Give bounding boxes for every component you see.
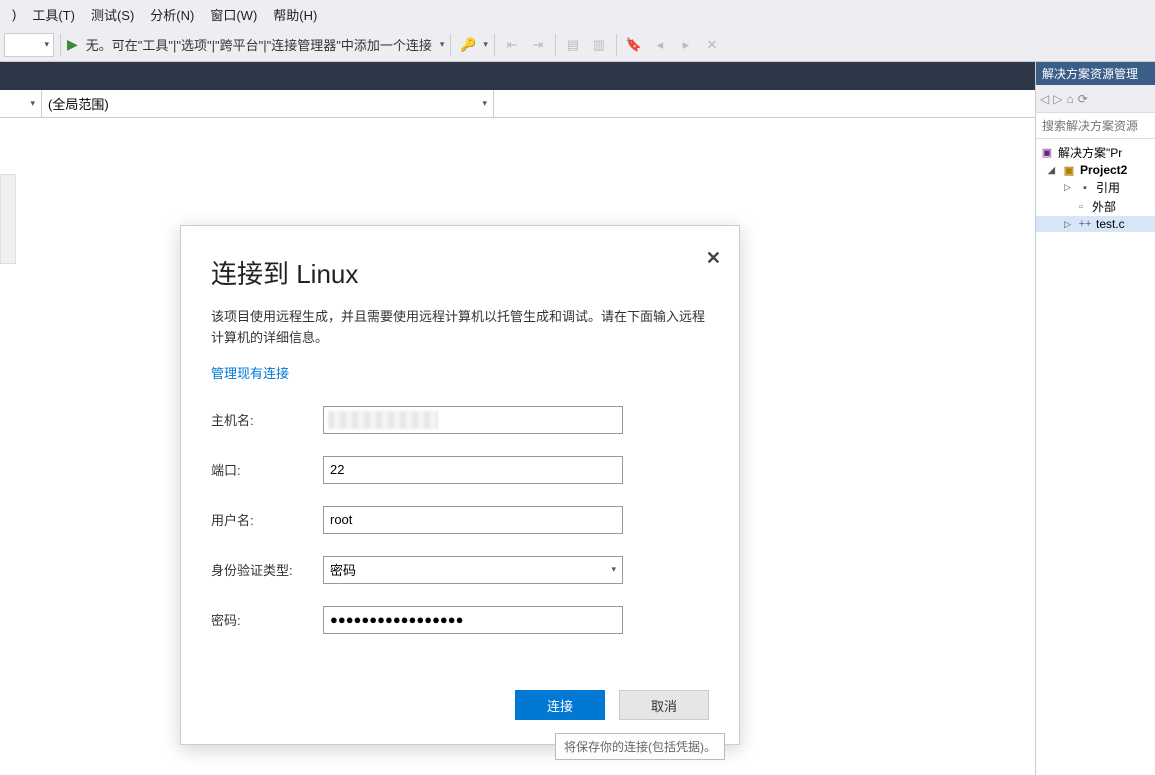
auth-type-select[interactable]: 密码 ▾ bbox=[323, 556, 623, 584]
main-toolbar: ▾ ▶ 无。可在"工具"|"选项"|"跨平台"|"连接管理器"中添加一个连接 ▾… bbox=[0, 28, 1155, 62]
tree-label: 解决方案"Pr bbox=[1058, 144, 1122, 161]
solution-explorer-title: 解决方案资源管理 bbox=[1036, 62, 1155, 85]
tree-label: test.c bbox=[1096, 217, 1125, 231]
port-input[interactable] bbox=[323, 456, 623, 484]
nav-back-icon[interactable]: ◁ bbox=[1040, 92, 1049, 106]
dialog-description: 该项目使用远程生成，并且需要使用远程计算机以托管生成和调试。请在下面输入远程计算… bbox=[211, 307, 709, 349]
debug-target-text[interactable]: 无。可在"工具"|"选项"|"跨平台"|"连接管理器"中添加一个连接 bbox=[82, 35, 436, 54]
menu-bar: ) 工具(T) 测试(S) 分析(N) 窗口(W) 帮助(H) bbox=[0, 0, 1155, 28]
external-icon: ▫ bbox=[1074, 200, 1088, 214]
chevron-down-icon[interactable]: ▾ bbox=[440, 39, 445, 50]
indent-decrease-icon: ⇤ bbox=[501, 34, 523, 56]
references-icon: ▪ bbox=[1078, 181, 1092, 195]
menu-item-partial[interactable]: ) bbox=[4, 5, 24, 24]
chevron-down-icon: ▾ bbox=[611, 564, 616, 575]
solution-explorer-toolbar: ◁ ▷ ⌂ ⟳ bbox=[1036, 85, 1155, 113]
password-input[interactable] bbox=[323, 606, 623, 634]
uncomment-icon: ▥ bbox=[588, 34, 610, 56]
redacted-host bbox=[328, 411, 438, 429]
bookmark-next-icon: ▸ bbox=[675, 34, 697, 56]
host-input[interactable] bbox=[323, 406, 623, 434]
home-icon[interactable]: ⌂ bbox=[1066, 92, 1073, 106]
expand-icon[interactable]: ▷ bbox=[1064, 219, 1074, 230]
solution-tree: ▣ 解决方案"Pr ◢ ▣ Project2 ▷ ▪ 引用 ▫ 外部 ▷ ++ … bbox=[1036, 139, 1155, 236]
menu-item-help[interactable]: 帮助(H) bbox=[265, 3, 325, 26]
tree-solution-node[interactable]: ▣ 解决方案"Pr bbox=[1036, 143, 1155, 162]
tree-label: 引用 bbox=[1096, 179, 1120, 196]
solution-search-input[interactable] bbox=[1036, 113, 1155, 139]
manage-connections-link[interactable]: 管理现有连接 bbox=[211, 363, 289, 382]
nav-forward-icon[interactable]: ▷ bbox=[1053, 92, 1062, 106]
scope-type-dropdown[interactable]: ▾ bbox=[0, 90, 42, 117]
cancel-button[interactable]: 取消 bbox=[619, 690, 709, 720]
menu-item-analyze[interactable]: 分析(N) bbox=[142, 3, 202, 26]
save-connection-tooltip: 将保存你的连接(包括凭据)。 bbox=[555, 733, 725, 760]
menu-item-test[interactable]: 测试(S) bbox=[83, 3, 142, 26]
comment-icon: ▤ bbox=[562, 34, 584, 56]
scope-global-label: (全局范围) bbox=[48, 94, 109, 113]
chevron-down-icon[interactable]: ▾ bbox=[483, 39, 488, 50]
host-label: 主机名: bbox=[211, 410, 323, 429]
config-dropdown[interactable]: ▾ bbox=[4, 33, 54, 57]
username-input[interactable] bbox=[323, 506, 623, 534]
bookmark-clear-icon: ✕ bbox=[701, 34, 723, 56]
tree-references-node[interactable]: ▷ ▪ 引用 bbox=[1036, 178, 1155, 197]
tree-external-node[interactable]: ▫ 外部 bbox=[1036, 197, 1155, 216]
connect-to-linux-dialog: ✕ 连接到 Linux 该项目使用远程生成，并且需要使用远程计算机以托管生成和调… bbox=[180, 225, 740, 745]
close-icon[interactable]: ✕ bbox=[706, 248, 721, 269]
project-icon: ▣ bbox=[1062, 163, 1076, 177]
bookmark-icon[interactable]: 🔖 bbox=[623, 34, 645, 56]
document-tab-strip: ▾ bbox=[0, 62, 1155, 90]
menu-item-window[interactable]: 窗口(W) bbox=[202, 3, 265, 26]
password-label: 密码: bbox=[211, 610, 323, 629]
expand-icon[interactable]: ▷ bbox=[1064, 182, 1074, 193]
vertical-tool-tab[interactable] bbox=[0, 174, 16, 264]
bookmark-prev-icon: ◂ bbox=[649, 34, 671, 56]
tree-label: 外部 bbox=[1092, 198, 1116, 215]
auth-label: 身份验证类型: bbox=[211, 560, 323, 579]
solution-explorer-panel: 解决方案资源管理 ◁ ▷ ⌂ ⟳ ▣ 解决方案"Pr ◢ ▣ Project2 … bbox=[1035, 62, 1155, 775]
indent-increase-icon: ⇥ bbox=[527, 34, 549, 56]
port-label: 端口: bbox=[211, 460, 323, 479]
cpp-file-icon: ++ bbox=[1078, 217, 1092, 231]
solution-icon: ▣ bbox=[1040, 146, 1054, 160]
scope-bar: ▾ (全局范围) ▾ ▾ bbox=[0, 90, 1155, 118]
tree-project-node[interactable]: ◢ ▣ Project2 bbox=[1036, 162, 1155, 178]
menu-item-tools[interactable]: 工具(T) bbox=[24, 3, 83, 26]
expand-icon[interactable]: ◢ bbox=[1048, 165, 1058, 176]
dialog-title: 连接到 Linux bbox=[211, 254, 709, 291]
auth-type-value: 密码 bbox=[330, 560, 356, 579]
tree-label: Project2 bbox=[1080, 163, 1127, 177]
play-icon[interactable]: ▶ bbox=[67, 36, 78, 53]
user-label: 用户名: bbox=[211, 510, 323, 529]
connect-button[interactable]: 连接 bbox=[515, 690, 605, 720]
scope-global-dropdown[interactable]: (全局范围) ▾ bbox=[42, 90, 494, 117]
refresh-icon[interactable]: ⟳ bbox=[1078, 92, 1088, 106]
tree-file-node[interactable]: ▷ ++ test.c bbox=[1036, 216, 1155, 232]
key-icon[interactable]: 🔑 bbox=[457, 34, 479, 56]
